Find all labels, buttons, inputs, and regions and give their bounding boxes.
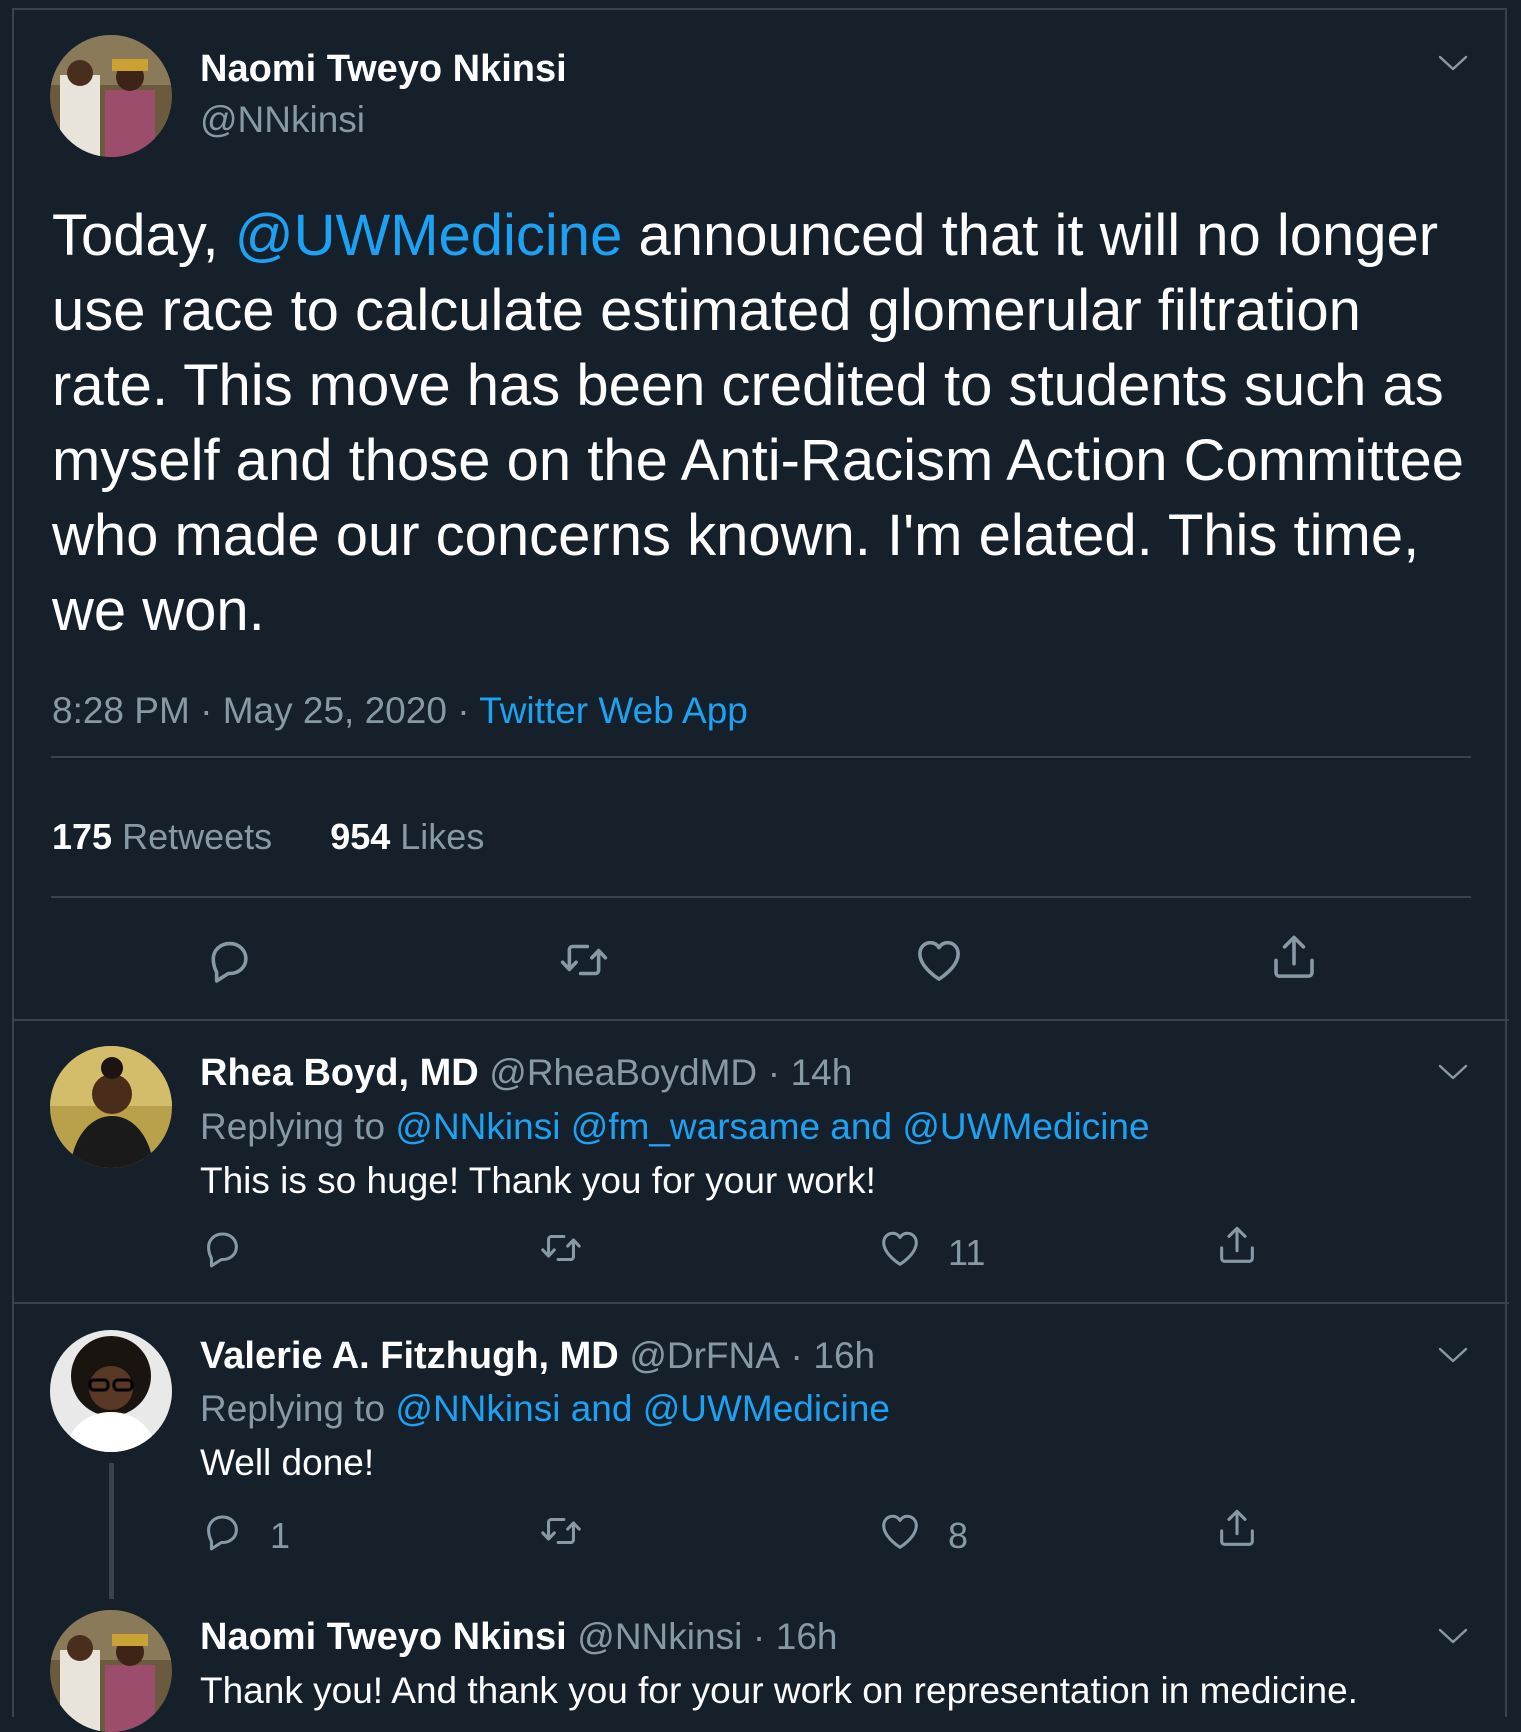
share-icon[interactable]: [1214, 1222, 1260, 1273]
retweets-stat[interactable]: 175 Retweets: [52, 816, 282, 857]
reply-icon[interactable]: [202, 933, 256, 992]
divider: [12, 1302, 1509, 1304]
heart-icon[interactable]: [912, 933, 966, 992]
share-icon[interactable]: [1267, 930, 1321, 989]
divider: [12, 1019, 1509, 1021]
replying-label: Replying to: [200, 1388, 386, 1429]
retweet-icon[interactable]: [536, 1225, 586, 1276]
chevron-down-icon[interactable]: [1437, 1062, 1469, 1082]
reply-header: Rhea Boyd, MD @RheaBoydMD · 14h: [200, 1052, 852, 1095]
reply-icon[interactable]: [199, 1225, 245, 1276]
likes-stat[interactable]: 954 Likes: [330, 816, 484, 857]
reply-time[interactable]: 14h: [791, 1052, 853, 1093]
chevron-down-icon[interactable]: [1437, 1345, 1469, 1365]
likes-count: 954: [330, 816, 391, 857]
replying-to: Replying to @NNkinsi and @UWMedicine: [200, 1388, 890, 1430]
reply-count: 1: [270, 1515, 291, 1556]
author-handle[interactable]: @NNkinsi: [200, 99, 365, 141]
meta-separator: ·: [457, 690, 470, 731]
replying-to-links[interactable]: @NNkinsi @fm_warsame and @UWMedicine: [395, 1106, 1149, 1147]
retweets-count: 175: [52, 816, 113, 857]
meta-separator: ·: [200, 690, 213, 731]
reply-text: This is so huge! Thank you for your work…: [200, 1160, 876, 1201]
retweets-label: Retweets: [122, 816, 273, 857]
avatar[interactable]: [50, 1610, 172, 1732]
mention-link[interactable]: @UWMedicine: [235, 203, 623, 268]
chevron-down-icon[interactable]: [1437, 53, 1469, 73]
tweet-text: Today, @UWMedicine announced that it wil…: [52, 198, 1482, 648]
avatar[interactable]: [50, 1046, 172, 1168]
author-name[interactable]: Naomi Tweyo Nkinsi: [200, 1616, 567, 1658]
meta-separator: ·: [752, 1616, 766, 1657]
divider: [51, 896, 1471, 898]
reply-icon[interactable]: [199, 1508, 245, 1559]
reply-header: Valerie A. Fitzhugh, MD @DrFNA · 16h: [200, 1335, 875, 1378]
replying-to-links[interactable]: @NNkinsi and @UWMedicine: [395, 1388, 890, 1429]
tweet-stats: 175 Retweets 954 Likes: [52, 816, 484, 858]
tweet-date[interactable]: May 25, 2020: [223, 690, 447, 731]
reply-header: Naomi Tweyo Nkinsi @NNkinsi · 16h: [200, 1616, 838, 1659]
author-handle[interactable]: @RheaBoydMD: [489, 1052, 757, 1093]
chevron-down-icon[interactable]: [1437, 1626, 1469, 1646]
divider: [51, 756, 1471, 758]
tweet-time[interactable]: 8:28 PM: [52, 690, 190, 731]
replying-to: Replying to @NNkinsi @fm_warsame and @UW…: [200, 1106, 1150, 1148]
heart-icon[interactable]: [877, 1225, 923, 1276]
share-icon[interactable]: [1214, 1505, 1260, 1556]
tweet-source-link[interactable]: Twitter Web App: [479, 690, 748, 731]
author-name[interactable]: Valerie A. Fitzhugh, MD: [200, 1335, 619, 1377]
retweet-icon[interactable]: [555, 933, 613, 992]
tweet-text-start: Today,: [52, 203, 235, 268]
like-count: 8: [948, 1515, 969, 1556]
avatar[interactable]: [50, 35, 172, 157]
meta-separator: ·: [767, 1052, 781, 1093]
retweet-icon[interactable]: [536, 1508, 586, 1559]
author-name[interactable]: Rhea Boyd, MD: [200, 1052, 479, 1094]
reply-text: Thank you! And thank you for your work o…: [200, 1670, 1358, 1711]
like-count: 11: [948, 1232, 986, 1273]
thread-line: [109, 1463, 114, 1599]
heart-icon[interactable]: [877, 1508, 923, 1559]
likes-label: Likes: [400, 816, 485, 857]
reply-time[interactable]: 16h: [813, 1335, 875, 1376]
replying-label: Replying to: [200, 1106, 386, 1147]
tweet-meta: 8:28 PM · May 25, 2020 · Twitter Web App: [52, 690, 748, 732]
reply-time[interactable]: 16h: [776, 1616, 838, 1657]
reply-text: Well done!: [200, 1442, 375, 1483]
tweet-text-rest: announced that it will no longer use rac…: [52, 203, 1464, 643]
author-handle[interactable]: @NNkinsi: [577, 1616, 742, 1657]
meta-separator: ·: [790, 1335, 803, 1376]
author-handle[interactable]: @DrFNA: [629, 1335, 780, 1376]
author-name[interactable]: Naomi Tweyo Nkinsi: [200, 48, 567, 91]
avatar[interactable]: [50, 1330, 172, 1452]
